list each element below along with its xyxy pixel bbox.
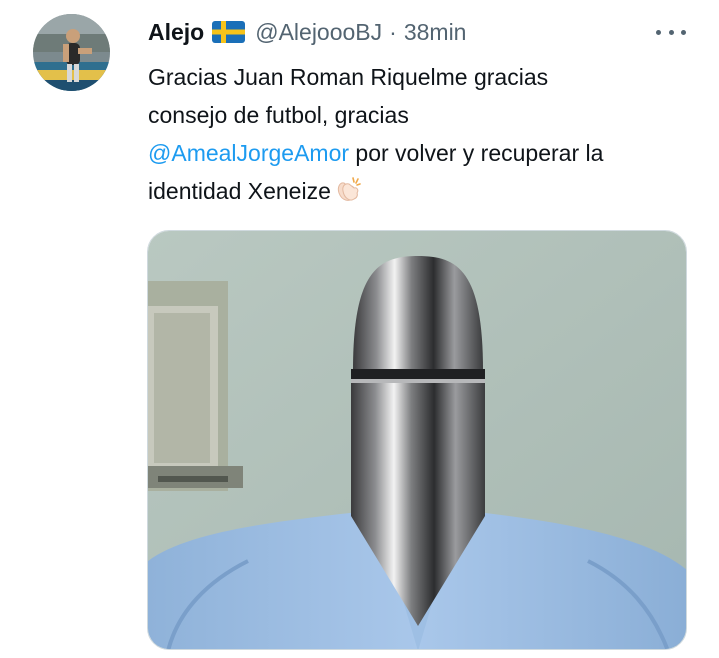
separator-dot: · [389,19,397,45]
more-options-icon[interactable] [656,22,686,42]
dot-icon [656,29,661,35]
tweet-text: Gracias Juan Roman Riquelme gracias cons… [148,58,708,214]
tweet[interactable]: Alejo @AlejoooBJ · 38min Gracias Juan Ro… [0,0,719,658]
clapping-hands-emoji [333,175,363,214]
timestamp[interactable]: 38min [404,17,467,47]
sweden-flag-icon [212,21,246,43]
tweet-text-fragment: identidad Xeneize [148,178,331,204]
tweet-media-image[interactable] [147,230,687,650]
dot-icon [681,29,686,35]
tweet-text-line: identidad Xeneize [148,172,708,214]
tweet-text-line: Gracias Juan Roman Riquelme gracias [148,64,549,90]
username-handle[interactable]: @AlejoooBJ [255,17,382,47]
tweet-header: Alejo @AlejoooBJ · 38min [148,17,466,47]
dot-icon [668,29,674,35]
display-name[interactable]: Alejo [148,17,204,47]
tweet-text-line: @AmealJorgeAmor por volver y recuperar l… [148,134,708,172]
tweet-text-line: consejo de futbol, gracias [148,102,409,128]
avatar[interactable] [33,14,110,91]
mention-link[interactable]: @AmealJorgeAmor [148,140,349,166]
tweet-text-fragment: por volver y recuperar la [349,140,604,166]
